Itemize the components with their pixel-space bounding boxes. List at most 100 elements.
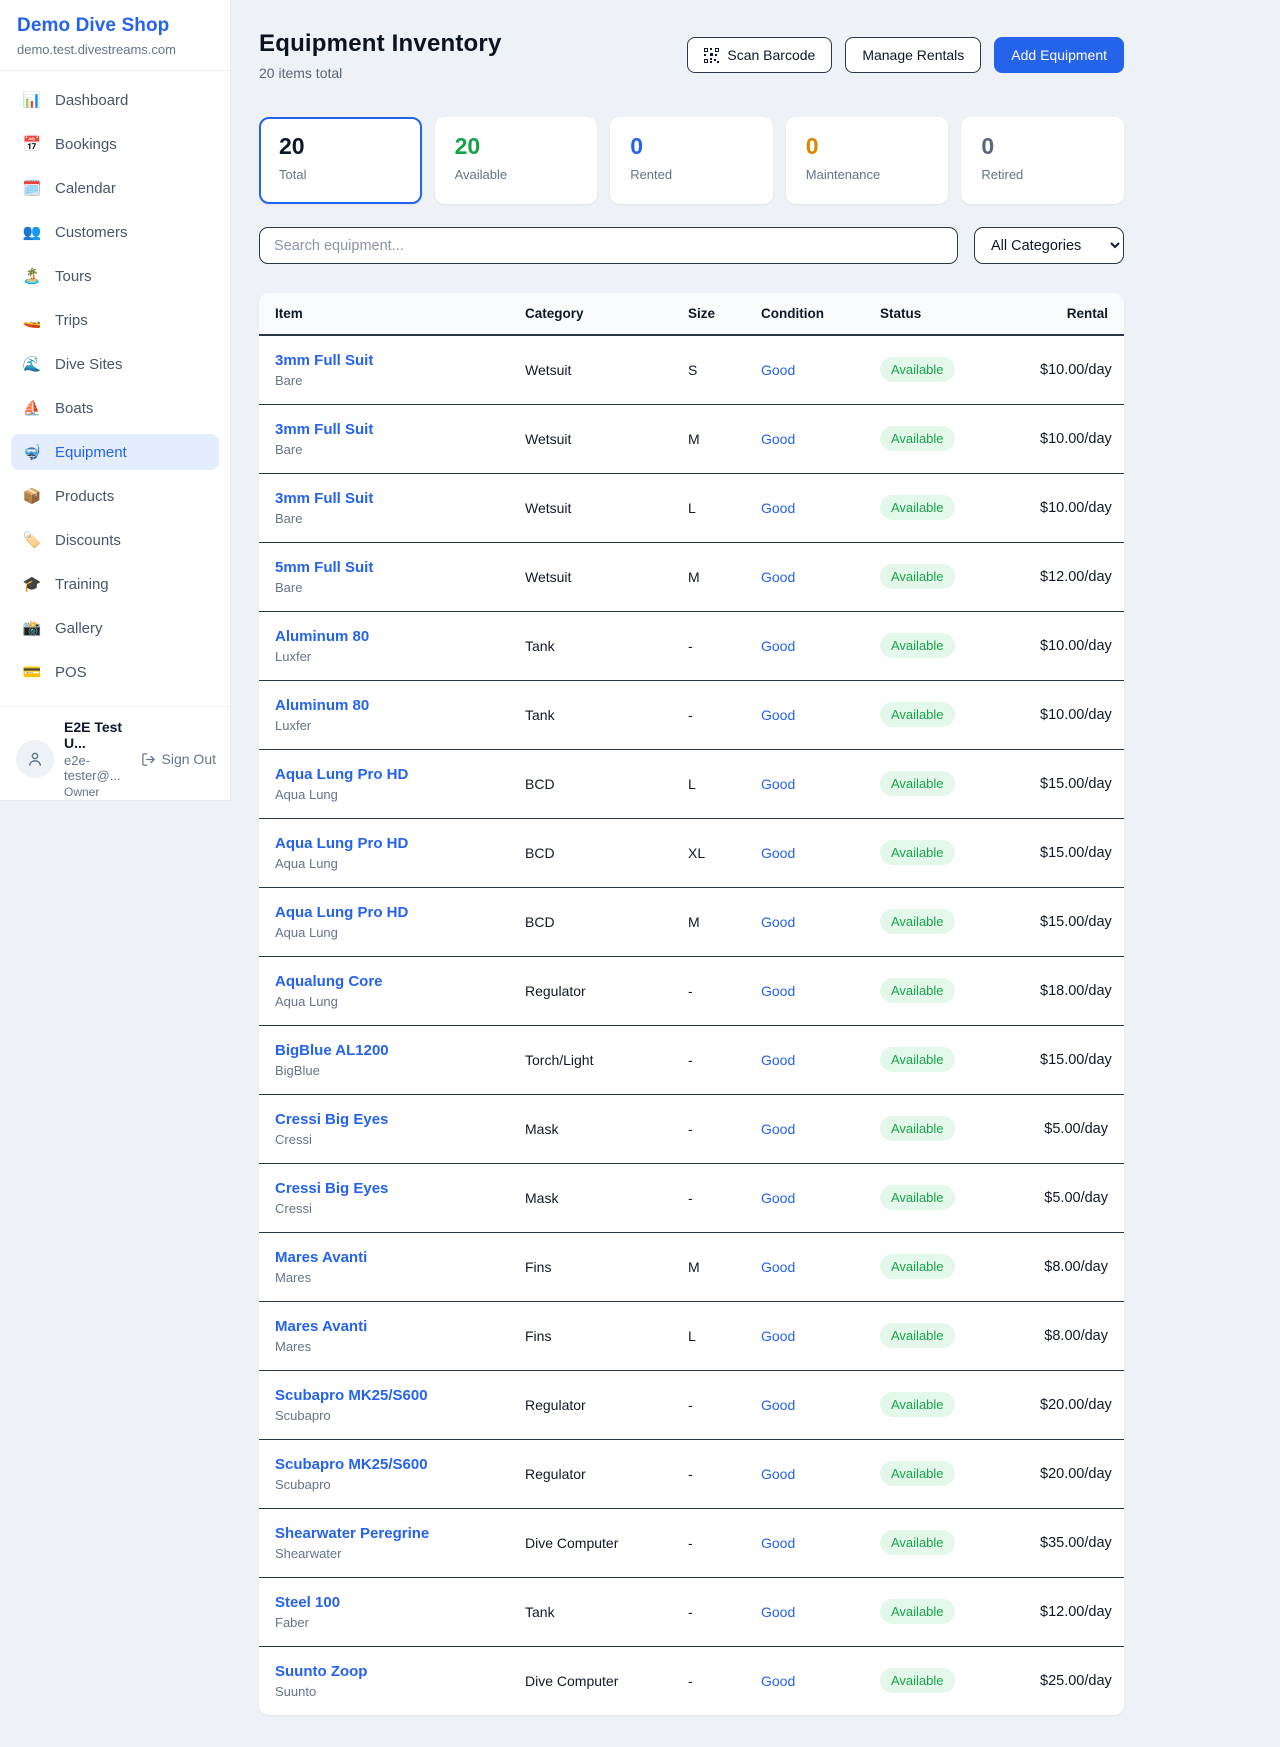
item-name-link[interactable]: Scubapro MK25/S600 <box>275 1456 493 1473</box>
stat-card-rented[interactable]: 0 Rented <box>610 117 773 204</box>
table-row[interactable]: Steel 100 Faber Tank - Good Available $1… <box>259 1577 1124 1646</box>
item-category: Tank <box>509 680 672 749</box>
condition-link[interactable]: Good <box>761 845 795 861</box>
item-category: Regulator <box>509 1370 672 1439</box>
condition-link[interactable]: Good <box>761 1052 795 1068</box>
table-row[interactable]: Aqua Lung Pro HD Aqua Lung BCD L Good Av… <box>259 749 1124 818</box>
table-row[interactable]: Cressi Big Eyes Cressi Mask - Good Avail… <box>259 1163 1124 1232</box>
table-row[interactable]: 3mm Full Suit Bare Wetsuit S Good Availa… <box>259 335 1124 404</box>
sidebar-item-boats[interactable]: ⛵ Boats <box>11 390 219 426</box>
condition-link[interactable]: Good <box>761 1121 795 1137</box>
item-name-link[interactable]: Mares Avanti <box>275 1318 493 1335</box>
sidebar-item-dashboard[interactable]: 📊 Dashboard <box>11 82 219 118</box>
item-name-link[interactable]: Suunto Zoop <box>275 1663 493 1680</box>
condition-link[interactable]: Good <box>761 1259 795 1275</box>
item-name-link[interactable]: Steel 100 <box>275 1594 493 1611</box>
condition-link[interactable]: Good <box>761 362 795 378</box>
table-row[interactable]: 3mm Full Suit Bare Wetsuit L Good Availa… <box>259 473 1124 542</box>
sign-out-button[interactable]: Sign Out <box>141 751 216 767</box>
sidebar-item-tours[interactable]: 🏝️ Tours <box>11 258 219 294</box>
item-name-link[interactable]: 3mm Full Suit <box>275 421 493 438</box>
item-name-link[interactable]: 3mm Full Suit <box>275 352 493 369</box>
table-row[interactable]: 3mm Full Suit Bare Wetsuit M Good Availa… <box>259 404 1124 473</box>
sidebar-item-products[interactable]: 📦 Products <box>11 478 219 514</box>
sidebar-item-trips[interactable]: 🚤 Trips <box>11 302 219 338</box>
add-equipment-button[interactable]: Add Equipment <box>994 37 1124 73</box>
table-row[interactable]: Aluminum 80 Luxfer Tank - Good Available… <box>259 611 1124 680</box>
graduation-cap-icon: 🎓 <box>22 575 42 593</box>
condition-link[interactable]: Good <box>761 500 795 516</box>
sidebar-item-training[interactable]: 🎓 Training <box>11 566 219 602</box>
condition-link[interactable]: Good <box>761 1466 795 1482</box>
item-name-link[interactable]: Cressi Big Eyes <box>275 1180 493 1197</box>
search-input[interactable] <box>259 227 958 264</box>
condition-link[interactable]: Good <box>761 776 795 792</box>
sailboat-icon: ⛵ <box>22 399 42 417</box>
table-row[interactable]: Aluminum 80 Luxfer Tank - Good Available… <box>259 680 1124 749</box>
table-row[interactable]: 5mm Full Suit Bare Wetsuit M Good Availa… <box>259 542 1124 611</box>
page-header: Equipment Inventory 20 items total Scan … <box>259 30 1124 81</box>
item-name-link[interactable]: Aluminum 80 <box>275 628 493 645</box>
item-name-link[interactable]: Aqua Lung Pro HD <box>275 835 493 852</box>
sidebar-item-pos[interactable]: 💳 POS <box>11 654 219 690</box>
status-badge: Available <box>880 1668 955 1693</box>
table-row[interactable]: Mares Avanti Mares Fins M Good Available… <box>259 1232 1124 1301</box>
stat-card-retired[interactable]: 0 Retired <box>961 117 1124 204</box>
stat-card-available[interactable]: 20 Available <box>435 117 598 204</box>
item-name-link[interactable]: BigBlue AL1200 <box>275 1042 493 1059</box>
item-name-link[interactable]: Aqua Lung Pro HD <box>275 766 493 783</box>
stat-card-maintenance[interactable]: 0 Maintenance <box>786 117 949 204</box>
table-row[interactable]: Cressi Big Eyes Cressi Mask - Good Avail… <box>259 1094 1124 1163</box>
calendar-icon: 📅 <box>22 135 42 153</box>
category-select[interactable]: All Categories <box>974 227 1124 264</box>
table-row[interactable]: Shearwater Peregrine Shearwater Dive Com… <box>259 1508 1124 1577</box>
table-row[interactable]: Scubapro MK25/S600 Scubapro Regulator - … <box>259 1370 1124 1439</box>
sidebar-item-bookings[interactable]: 📅 Bookings <box>11 126 219 162</box>
condition-link[interactable]: Good <box>761 1673 795 1689</box>
sidebar-item-dive-sites[interactable]: 🌊 Dive Sites <box>11 346 219 382</box>
item-name-link[interactable]: 5mm Full Suit <box>275 559 493 576</box>
person-icon <box>26 750 44 768</box>
item-brand: Bare <box>275 442 493 457</box>
condition-link[interactable]: Good <box>761 431 795 447</box>
brand-name[interactable]: Demo Dive Shop <box>17 15 213 37</box>
sidebar-item-label: Training <box>55 576 109 593</box>
item-name-link[interactable]: Aluminum 80 <box>275 697 493 714</box>
diving-mask-icon: 🤿 <box>22 443 42 461</box>
condition-link[interactable]: Good <box>761 1604 795 1620</box>
table-row[interactable]: Aqua Lung Pro HD Aqua Lung BCD M Good Av… <box>259 887 1124 956</box>
item-name-link[interactable]: Cressi Big Eyes <box>275 1111 493 1128</box>
condition-link[interactable]: Good <box>761 569 795 585</box>
condition-link[interactable]: Good <box>761 1535 795 1551</box>
item-brand: Bare <box>275 511 493 526</box>
table-row[interactable]: BigBlue AL1200 BigBlue Torch/Light - Goo… <box>259 1025 1124 1094</box>
item-name-link[interactable]: Aqua Lung Pro HD <box>275 904 493 921</box>
table-row[interactable]: Aqualung Core Aqua Lung Regulator - Good… <box>259 956 1124 1025</box>
item-name-link[interactable]: 3mm Full Suit <box>275 490 493 507</box>
sidebar-item-gallery[interactable]: 📸 Gallery <box>11 610 219 646</box>
condition-link[interactable]: Good <box>761 983 795 999</box>
condition-link[interactable]: Good <box>761 1397 795 1413</box>
table-row[interactable]: Aqua Lung Pro HD Aqua Lung BCD XL Good A… <box>259 818 1124 887</box>
item-name-link[interactable]: Shearwater Peregrine <box>275 1525 493 1542</box>
stat-card-total[interactable]: 20 Total <box>259 117 422 204</box>
condition-link[interactable]: Good <box>761 914 795 930</box>
condition-link[interactable]: Good <box>761 1190 795 1206</box>
manage-rentals-button[interactable]: Manage Rentals <box>845 37 981 73</box>
scan-barcode-button[interactable]: Scan Barcode <box>687 37 832 73</box>
table-row[interactable]: Mares Avanti Mares Fins L Good Available… <box>259 1301 1124 1370</box>
table-row[interactable]: Scubapro MK25/S600 Scubapro Regulator - … <box>259 1439 1124 1508</box>
condition-link[interactable]: Good <box>761 638 795 654</box>
condition-link[interactable]: Good <box>761 1328 795 1344</box>
condition-link[interactable]: Good <box>761 707 795 723</box>
sidebar-item-discounts[interactable]: 🏷️ Discounts <box>11 522 219 558</box>
item-category: Wetsuit <box>509 335 672 404</box>
item-name-link[interactable]: Scubapro MK25/S600 <box>275 1387 493 1404</box>
sidebar-item-label: Trips <box>55 312 88 329</box>
sidebar-item-equipment[interactable]: 🤿 Equipment <box>11 434 219 470</box>
item-name-link[interactable]: Mares Avanti <box>275 1249 493 1266</box>
sidebar-item-customers[interactable]: 👥 Customers <box>11 214 219 250</box>
table-row[interactable]: Suunto Zoop Suunto Dive Computer - Good … <box>259 1646 1124 1715</box>
sidebar-item-calendar[interactable]: 🗓️ Calendar <box>11 170 219 206</box>
item-name-link[interactable]: Aqualung Core <box>275 973 493 990</box>
